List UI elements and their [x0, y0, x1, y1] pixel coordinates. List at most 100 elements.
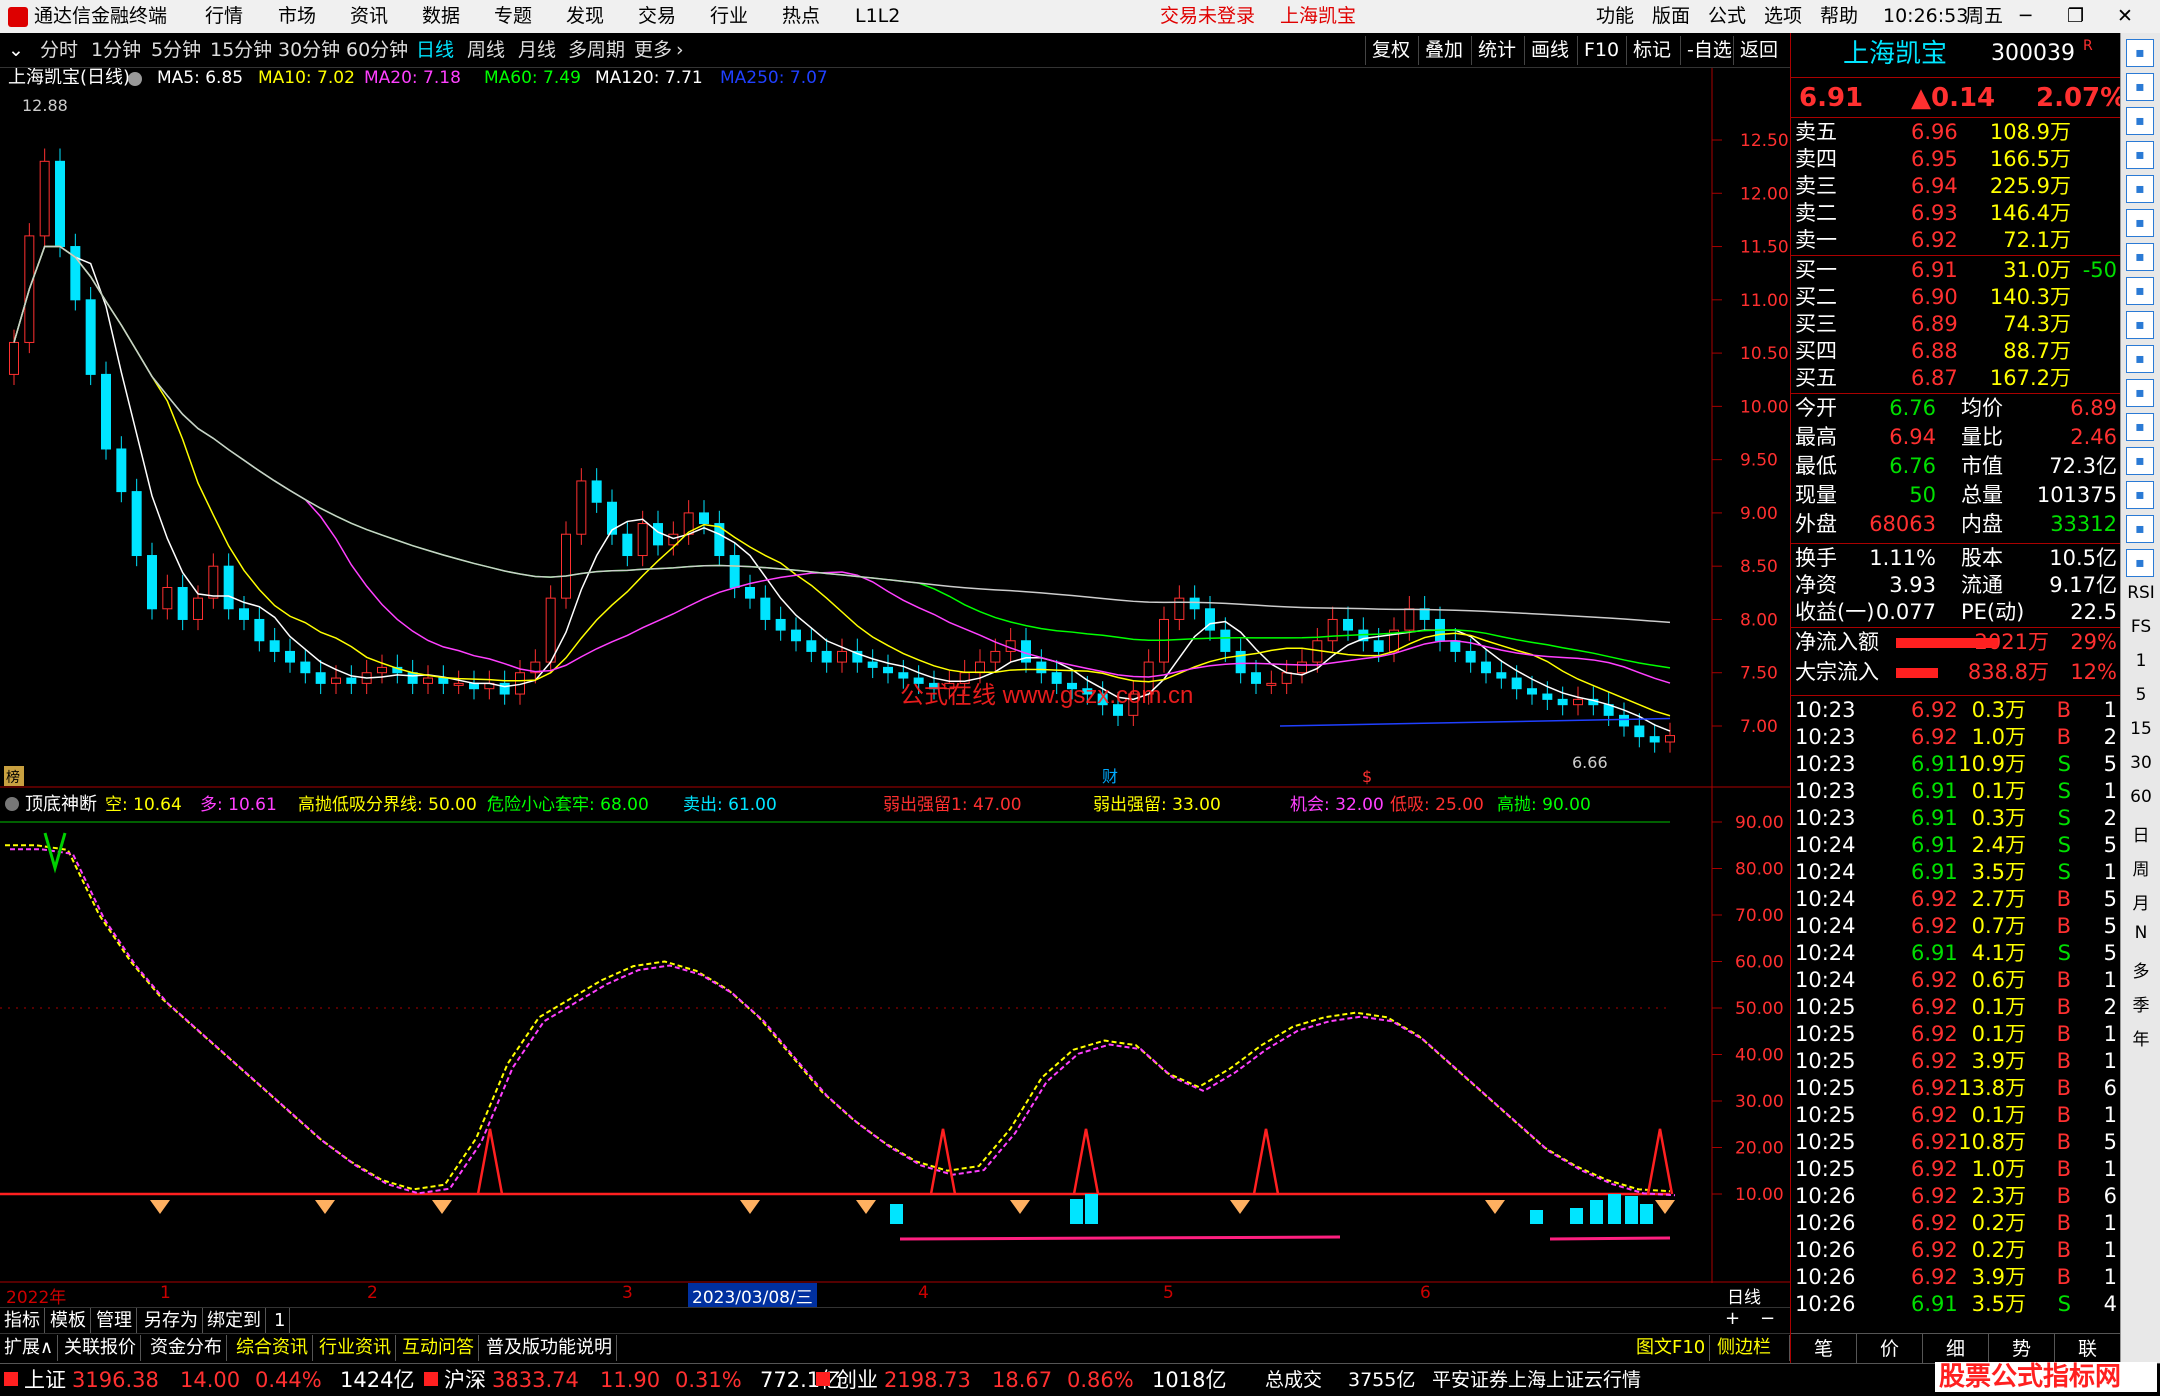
- dividend-marker[interactable]: $: [1362, 767, 1372, 786]
- tick-row[interactable]: 10:26 6.92 0.2万 B 1: [1791, 1237, 2121, 1264]
- tick-row[interactable]: 10:25 6.92 0.1万 B 2: [1791, 994, 2121, 1021]
- period-tab[interactable]: 15分钟: [210, 33, 272, 68]
- tool-button[interactable]: 复权: [1365, 36, 1416, 65]
- tick-row[interactable]: 10:26 6.91 3.5万 S 4: [1791, 1291, 2121, 1318]
- period-tab[interactable]: 60分钟: [346, 33, 408, 68]
- tick-row[interactable]: 10:25 6.92 13.8万 B 6: [1791, 1075, 2121, 1102]
- sidebar-period-FS[interactable]: FS: [2121, 617, 2160, 637]
- menu-item[interactable]: 热点: [782, 0, 820, 33]
- tick-row[interactable]: 10:25 6.92 10.8万 B 5: [1791, 1129, 2121, 1156]
- menu-item[interactable]: 数据: [422, 0, 460, 33]
- bid-row[interactable]: 买二 6.90 140.3万: [1791, 284, 2121, 311]
- tab-news[interactable]: 综合资讯: [232, 1335, 313, 1361]
- ask-row[interactable]: 卖三 6.94 225.9万: [1791, 173, 2121, 200]
- tab-bind-to[interactable]: 绑定到: [203, 1308, 266, 1334]
- indicator-chart[interactable]: 90.00 80.00 70.00 60.00 50.00 40.00 30.00 20.00…: [0, 788, 1790, 1283]
- sidebar-period-1[interactable]: 1: [2121, 651, 2160, 671]
- period-tab[interactable]: 1分钟: [91, 33, 141, 68]
- sidebar-period-季[interactable]: 季: [2121, 991, 2160, 1016]
- tab-fund-distribution[interactable]: 资金分布: [146, 1335, 227, 1361]
- tab-save-as[interactable]: 另存为: [140, 1308, 203, 1334]
- tick-row[interactable]: 10:23 6.92 0.3万 B 1: [1791, 697, 2121, 724]
- tick-row[interactable]: 10:24 6.91 2.4万 S 5: [1791, 832, 2121, 859]
- close-icon[interactable]: ✕: [2117, 0, 2133, 33]
- sidebar-period-日[interactable]: 日: [2121, 821, 2160, 846]
- period-tab[interactable]: 分时: [40, 33, 78, 68]
- tool-button[interactable]: 统计: [1471, 36, 1522, 65]
- quote-tab[interactable]: 价: [1857, 1334, 1923, 1364]
- sidebar-tool-icon[interactable]: ▪: [2126, 413, 2154, 441]
- trade-status[interactable]: 交易未登录: [1160, 0, 1255, 33]
- restore-icon[interactable]: ❐: [2067, 0, 2084, 33]
- period-tab-more[interactable]: 更多: [634, 33, 672, 68]
- tab-f10[interactable]: 图文F10: [1632, 1335, 1711, 1361]
- menu-item[interactable]: 行情: [205, 0, 243, 33]
- tick-row[interactable]: 10:24 6.92 2.7万 B 5: [1791, 886, 2121, 913]
- tick-row[interactable]: 10:26 6.92 0.2万 B 1: [1791, 1210, 2121, 1237]
- chevron-down-icon[interactable]: ⌄: [8, 33, 24, 68]
- menu-item[interactable]: 版面: [1652, 0, 1690, 33]
- ask-row[interactable]: 卖二 6.93 146.4万: [1791, 200, 2121, 227]
- menu-item[interactable]: 发现: [566, 0, 604, 33]
- tick-row[interactable]: 10:24 6.91 3.5万 S 1: [1791, 859, 2121, 886]
- tick-row[interactable]: 10:24 6.91 4.1万 S 5: [1791, 940, 2121, 967]
- bid-row[interactable]: 买三 6.89 74.3万: [1791, 311, 2121, 338]
- sidebar-tool-icon[interactable]: ▪: [2126, 515, 2154, 543]
- zoom-in-icon[interactable]: +: [1725, 1308, 1740, 1329]
- menu-item[interactable]: 行业: [710, 0, 748, 33]
- period-tab[interactable]: 多周期: [568, 33, 625, 68]
- bid-row[interactable]: 买一 6.91 31.0万 -50: [1791, 257, 2121, 284]
- tab-indicator[interactable]: 指标: [0, 1308, 45, 1334]
- tick-row[interactable]: 10:24 6.92 0.7万 B 5: [1791, 913, 2121, 940]
- finance-marker[interactable]: 财: [1102, 767, 1118, 786]
- period-tab[interactable]: 周线: [467, 33, 505, 68]
- sidebar-tool-icon[interactable]: ▪: [2126, 73, 2154, 101]
- zoom-out-icon[interactable]: −: [1760, 1308, 1775, 1329]
- period-tab-selected[interactable]: 日线: [416, 33, 454, 68]
- quote-tab[interactable]: 细: [1923, 1334, 1989, 1364]
- sidebar-period-15[interactable]: 15: [2121, 719, 2160, 739]
- tick-row[interactable]: 10:25 6.92 3.9万 B 1: [1791, 1048, 2121, 1075]
- period-tab[interactable]: 月线: [518, 33, 556, 68]
- tick-row[interactable]: 10:23 6.91 0.3万 S 2: [1791, 805, 2121, 832]
- chevron-right-icon[interactable]: ›: [676, 33, 684, 68]
- menu-item[interactable]: 市场: [278, 0, 316, 33]
- tab-sidebar[interactable]: 侧边栏《: [1713, 1335, 1790, 1384]
- tab-qa[interactable]: 互动问答: [398, 1335, 479, 1361]
- sidebar-period-30[interactable]: 30: [2121, 753, 2160, 773]
- ask-row[interactable]: 卖五 6.96 108.9万: [1791, 119, 2121, 146]
- sidebar-tool-icon[interactable]: ▪: [2126, 481, 2154, 509]
- tab-related-quote[interactable]: 关联报价: [60, 1335, 141, 1361]
- sidebar-period-多[interactable]: 多: [2121, 957, 2160, 982]
- minimize-icon[interactable]: ─: [2020, 0, 2031, 33]
- indicator-menu-icon[interactable]: [5, 797, 19, 811]
- menu-item[interactable]: 交易: [638, 0, 676, 33]
- sidebar-tool-icon[interactable]: ▪: [2126, 311, 2154, 339]
- quote-tab[interactable]: 笔: [1791, 1334, 1857, 1364]
- tick-row[interactable]: 10:23 6.91 0.1万 S 1: [1791, 778, 2121, 805]
- tool-button[interactable]: 返回: [1733, 36, 1784, 65]
- tick-row[interactable]: 10:23 6.91 10.9万 S 5: [1791, 751, 2121, 778]
- ask-row[interactable]: 卖一 6.92 72.1万: [1791, 227, 2121, 254]
- sidebar-tool-icon[interactable]: ▪: [2126, 379, 2154, 407]
- tool-button[interactable]: -自选: [1680, 36, 1738, 65]
- ask-row[interactable]: 卖四 6.95 166.5万: [1791, 146, 2121, 173]
- tick-row[interactable]: 10:26 6.92 3.9万 B 1: [1791, 1264, 2121, 1291]
- menu-item[interactable]: 帮助: [1820, 0, 1858, 33]
- period-tab[interactable]: 5分钟: [151, 33, 201, 68]
- sidebar-tool-icon[interactable]: ▪: [2126, 447, 2154, 475]
- tick-row[interactable]: 10:25 6.92 1.0万 B 1: [1791, 1156, 2121, 1183]
- sidebar-tool-icon[interactable]: ▪: [2126, 345, 2154, 373]
- kline-chart[interactable]: 12.50 12.00 11.50 11.00 10.50 10.00 9.50 9.00 8.…: [0, 68, 1790, 788]
- menu-item[interactable]: L1L2: [855, 0, 900, 33]
- sidebar-tool-icon[interactable]: ▪: [2126, 141, 2154, 169]
- tool-button[interactable]: 标记: [1626, 36, 1677, 65]
- tab-one[interactable]: 1: [270, 1308, 291, 1334]
- sidebar-period-N[interactable]: N: [2121, 923, 2160, 943]
- sidebar-tool-icon[interactable]: ▪: [2126, 39, 2154, 67]
- sidebar-period-周[interactable]: 周: [2121, 855, 2160, 880]
- rank-marker[interactable]: 榜: [6, 769, 20, 786]
- bid-row[interactable]: 买四 6.88 88.7万: [1791, 338, 2121, 365]
- sidebar-period-5[interactable]: 5: [2121, 685, 2160, 705]
- tab-manage[interactable]: 管理: [92, 1308, 137, 1334]
